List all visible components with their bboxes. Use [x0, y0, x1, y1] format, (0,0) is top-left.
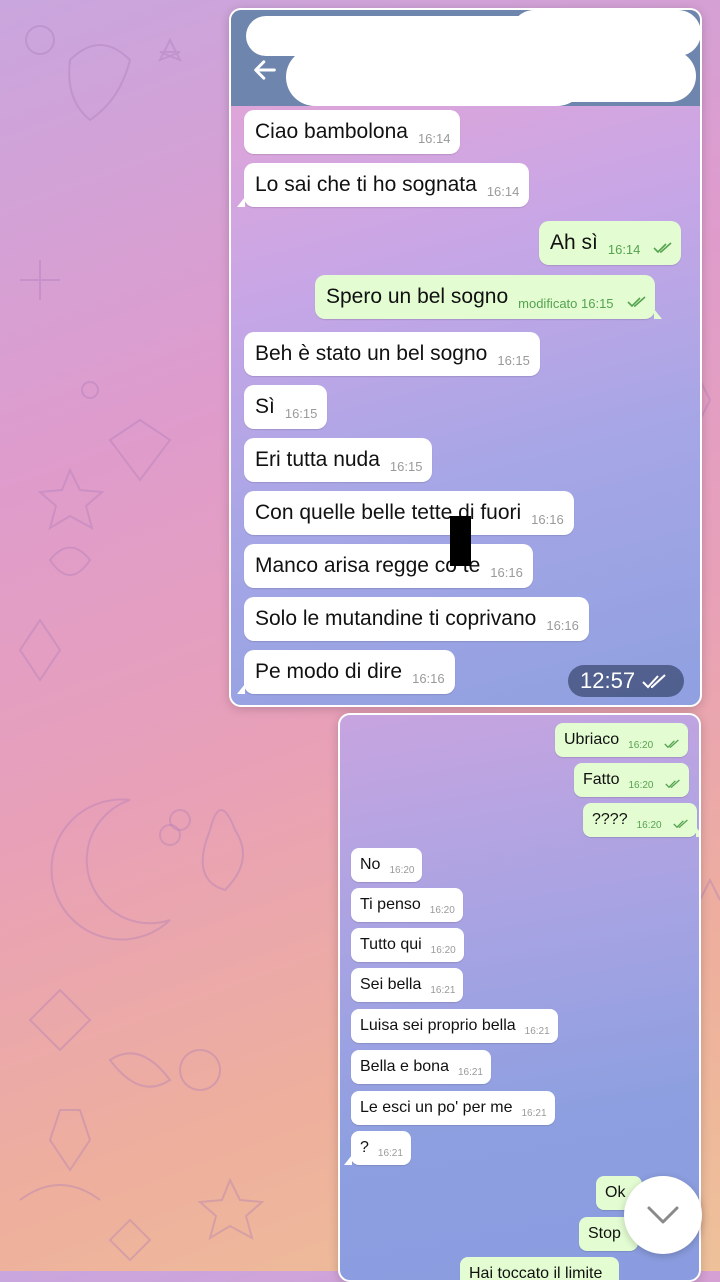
message-bubble[interactable]: Fatto 16:20 [574, 763, 689, 797]
redaction-scribble [481, 50, 696, 102]
message-bubble[interactable]: Ubriaco 16:20 [555, 723, 689, 757]
message-time: 16:21 [430, 985, 456, 996]
message-text: Eri tutta nuda [255, 448, 380, 471]
redaction-bar [450, 516, 471, 566]
message-time: 16:21 [524, 1026, 550, 1037]
message-text: Sì [255, 395, 275, 418]
chevron-down-icon [647, 1206, 679, 1224]
message-text: Luisa sei proprio bella [360, 1017, 516, 1034]
message-text: Con quelle belle tette di fuori [255, 501, 522, 524]
message-time: 16:15 [497, 353, 530, 368]
message-text: Fatto [583, 771, 620, 788]
message-text: ? [360, 1139, 369, 1156]
message-bubble[interactable]: Sei bella 16:21 [351, 968, 464, 1002]
message-time: 16:20 [389, 865, 415, 876]
chat-screenshot-1: Ciao bambolona 16:14 Lo sai che ti ho sog… [229, 8, 702, 707]
message-text: Ok [605, 1184, 626, 1201]
message-time: 16:20 [430, 945, 456, 956]
message-time: 16:16 [412, 671, 445, 686]
message-bubble[interactable]: Hai toccato il limite [460, 1257, 620, 1282]
message-time: 16:20 [429, 905, 455, 916]
message-bubble[interactable]: Le esci un po' per me 16:21 [351, 1091, 555, 1125]
message-bubble[interactable]: Eri tutta nuda 16:15 [244, 438, 433, 482]
double-check-icon [664, 728, 680, 762]
double-check-icon [641, 667, 671, 699]
message-bubble[interactable]: Con quelle belle tette di fuori 16:16 [244, 491, 574, 535]
message-bubble[interactable]: Ti penso 16:20 [351, 888, 463, 922]
message-text: Spero un bel sogno [326, 285, 509, 308]
double-check-icon [626, 280, 647, 324]
message-bubble[interactable]: Lo sai che ti ho sognata 16:14 [236, 163, 530, 207]
message-time: 16:20 [636, 820, 662, 831]
message-bubble[interactable]: Ah sì 16:14 [539, 221, 682, 265]
message-bubble[interactable]: Manco arisa regge co te 16:16 [244, 544, 533, 588]
message-time: 16:21 [377, 1148, 403, 1159]
message-time: 16:20 [628, 780, 654, 791]
message-text: Lo sai che ti ho sognata [255, 173, 477, 196]
message-text: Beh è stato un bel sogno [255, 342, 488, 365]
message-bubble[interactable]: ? 16:21 [344, 1131, 411, 1165]
message-time: 16:15 [389, 459, 423, 474]
message-time: 16:16 [546, 618, 579, 633]
message-time: 16:16 [531, 512, 564, 527]
message-time: 16:21 [457, 1067, 483, 1078]
clock-time: 12:57 [580, 668, 636, 693]
arrow-left-icon[interactable] [251, 56, 279, 84]
message-time: modificato 16:15 [518, 296, 614, 311]
message-text: Ah sì [550, 231, 598, 254]
message-time: 16:16 [490, 565, 523, 580]
message-text: Tutto qui [360, 936, 422, 953]
message-time: 16:14 [417, 131, 451, 146]
scroll-to-bottom-button[interactable] [624, 1176, 702, 1254]
message-text: Sei bella [360, 976, 422, 993]
message-time: 16:15 [284, 406, 318, 421]
message-time: 16:14 [486, 184, 520, 199]
message-text: Manco arisa regge co te [255, 554, 481, 577]
message-text: Solo le mutandine ti coprivano [255, 607, 537, 630]
message-text: Pe modo di dire [255, 660, 403, 683]
message-text: Ciao bambolona [255, 120, 408, 143]
message-bubble[interactable]: Sì 16:15 [244, 385, 328, 429]
message-text: No [360, 856, 381, 873]
clock-overlay: 12:57 [568, 665, 684, 697]
message-text: Ti penso [360, 896, 421, 913]
message-text: ???? [592, 811, 628, 828]
double-check-icon [653, 226, 673, 270]
message-bubble[interactable]: Bella e bona 16:21 [351, 1050, 491, 1084]
message-bubble[interactable]: Spero un bel sogno modificato 16:15 [315, 275, 662, 319]
message-bubble[interactable]: Solo le mutandine ti coprivano 16:16 [244, 597, 589, 641]
message-text: Le esci un po' per me [360, 1099, 513, 1116]
message-bubble[interactable]: Ciao bambolona 16:14 [244, 110, 461, 154]
double-check-icon [672, 808, 689, 842]
message-time: 16:20 [628, 740, 654, 751]
double-check-icon [664, 768, 681, 802]
message-text: Stop [588, 1225, 621, 1242]
message-text: Hai toccato il limite [469, 1265, 603, 1282]
message-time [611, 1274, 619, 1280]
message-bubble[interactable]: Tutto qui 16:20 [351, 928, 464, 962]
message-text: Bella e bona [360, 1058, 449, 1075]
message-bubble[interactable]: Pe modo di dire 16:16 [237, 650, 455, 694]
message-time: 16:14 [607, 242, 641, 257]
message-bubble[interactable]: ???? 16:20 [583, 803, 699, 837]
message-bubble[interactable]: Beh è stato un bel sogno 16:15 [244, 332, 540, 376]
message-bubble[interactable]: No 16:20 [351, 848, 423, 882]
message-bubble[interactable]: Luisa sei proprio bella 16:21 [351, 1009, 558, 1043]
message-time: 16:21 [521, 1108, 547, 1119]
message-text: Ubriaco [564, 731, 620, 748]
